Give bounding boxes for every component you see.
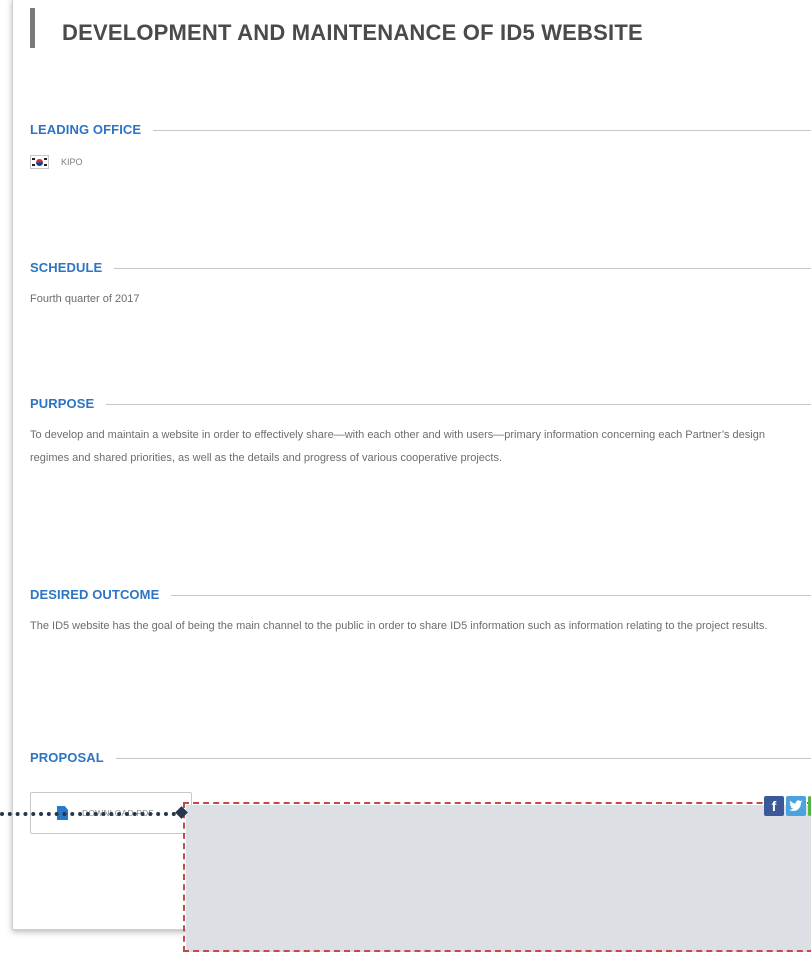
footer-highlight-box <box>183 802 811 952</box>
section-divider <box>171 594 811 596</box>
callout-connector-line <box>0 812 176 816</box>
twitter-icon[interactable] <box>786 796 806 816</box>
section-heading: PURPOSE <box>30 395 95 411</box>
south-korea-flag-icon <box>30 155 49 169</box>
schedule-text: Fourth quarter of 2017 <box>30 293 140 305</box>
title-accent-bar <box>30 8 35 48</box>
section-header: SCHEDULE <box>30 258 811 276</box>
section-divider <box>115 757 811 759</box>
leading-office-name: KIPO <box>61 157 83 167</box>
purpose-text: To develop and maintain a website in ord… <box>30 429 765 464</box>
section-header: PURPOSE <box>30 394 811 412</box>
facebook-icon[interactable]: f <box>764 796 784 816</box>
desired-outcome-text: The ID5 website has the goal of being th… <box>30 620 768 632</box>
page-title: DEVELOPMENT AND MAINTENANCE OF ID5 WEBSI… <box>62 20 643 45</box>
section-header: PROPOSAL <box>30 748 811 766</box>
section-header: DESIRED OUTCOME <box>30 585 811 603</box>
twitter-bird-glyph <box>789 800 803 811</box>
section-divider <box>106 403 811 405</box>
section-divider <box>114 267 811 269</box>
section-leading-office: LEADING OFFICE KIPO <box>30 120 811 169</box>
section-purpose: PURPOSE To develop and maintain a websit… <box>30 394 811 470</box>
section-schedule: SCHEDULE Fourth quarter of 2017 <box>30 258 811 311</box>
section-heading: SCHEDULE <box>30 259 103 275</box>
section-desired-outcome: DESIRED OUTCOME The ID5 website has the … <box>30 585 811 638</box>
leading-office-row: KIPO <box>30 155 811 169</box>
section-divider <box>153 129 811 131</box>
section-header: LEADING OFFICE <box>30 120 811 138</box>
section-heading: PROPOSAL <box>30 749 104 765</box>
section-heading: DESIRED OUTCOME <box>30 586 160 602</box>
section-heading: LEADING OFFICE <box>30 121 142 137</box>
